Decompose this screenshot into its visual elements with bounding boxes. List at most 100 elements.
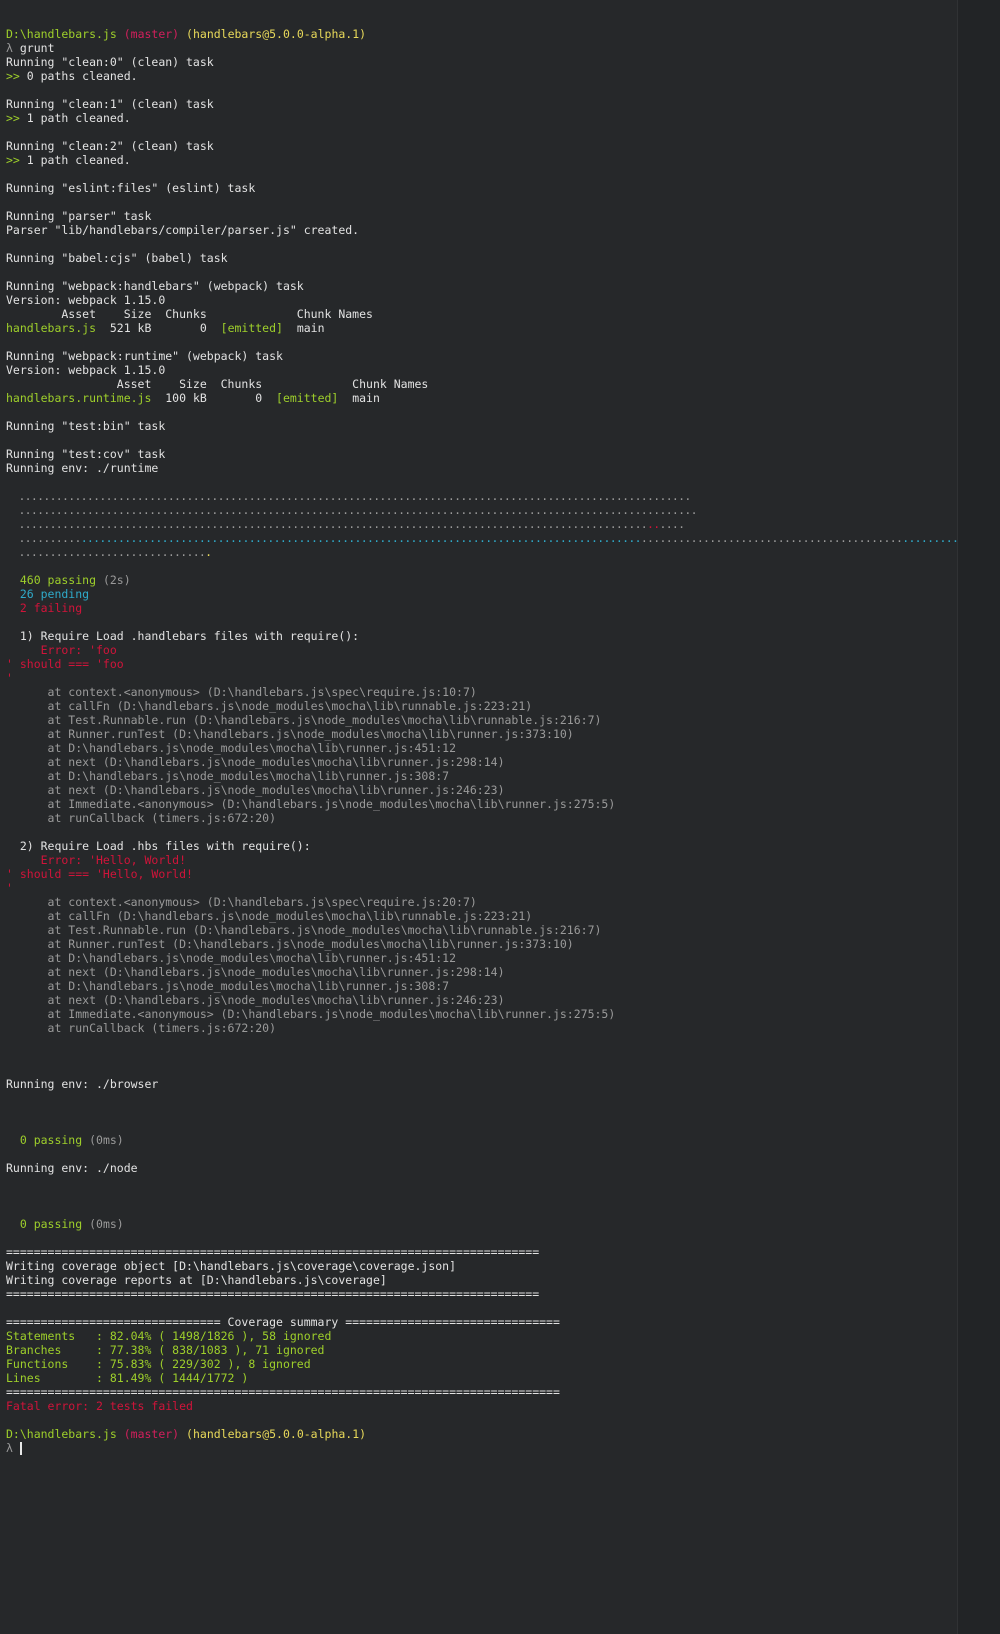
dots-pass: ..............................	[6, 545, 206, 559]
dots-pass: ........................................…	[640, 531, 903, 545]
dots-pass: ..........	[6, 531, 81, 545]
task-result: >> 1 path cleaned.	[6, 111, 1000, 125]
separator-rule: ========================================…	[6, 1245, 540, 1259]
text-cursor	[19, 1442, 22, 1455]
task-result: >> 0 paths cleaned.	[6, 69, 1000, 83]
lambda-prompt-icon: λ	[6, 41, 13, 55]
coverage-lines: Lines : 81.49% ( 1444/1772 )	[6, 1371, 249, 1385]
command-line: λ grunt	[6, 41, 1000, 55]
failure-title: 2) Require Load .hbs files with require(…	[6, 839, 311, 853]
stack-frame: at D:\handlebars.js\node_modules\mocha\l…	[6, 769, 450, 783]
passing-label: 0 passing	[6, 1133, 83, 1147]
chunk-name: main	[282, 321, 325, 335]
stack-frame: at Immediate.<anonymous> (D:\handlebars.…	[6, 1007, 616, 1021]
prompt-branch: (master)	[123, 1427, 180, 1441]
stack-frame: at D:\handlebars.js\node_modules\mocha\l…	[6, 951, 457, 965]
dots-slow: .	[205, 545, 212, 559]
task-header: Running "eslint:files" (eslint) task	[6, 181, 256, 195]
failure-error: ' should === 'Hello, World!	[6, 867, 193, 881]
stack-frame: at next (D:\handlebars.js\node_modules\m…	[6, 965, 505, 979]
passing-time: (0ms)	[82, 1217, 124, 1231]
failure-error: Error: 'foo	[6, 643, 117, 657]
result-marker: >>	[6, 69, 20, 83]
task-result: >> 1 path cleaned.	[6, 153, 1000, 167]
webpack-columns: Asset Size Chunks Chunk Names	[6, 377, 429, 391]
dots-pass: ....	[659, 517, 685, 531]
stack-frame: at next (D:\handlebars.js\node_modules\m…	[6, 783, 505, 797]
stack-frame: at next (D:\handlebars.js\node_modules\m…	[6, 755, 505, 769]
passing-time: (2s)	[96, 573, 131, 587]
stack-frame: at context.<anonymous> (D:\handlebars.js…	[6, 685, 477, 699]
result-marker: >>	[6, 111, 20, 125]
env-line: Running env: ./node	[6, 1161, 138, 1175]
env-line: Running env: ./browser	[6, 1077, 159, 1091]
failure-error: ' should === 'foo	[6, 657, 124, 671]
lambda-prompt-icon: λ	[6, 1441, 13, 1455]
task-header: Running "webpack:runtime" (webpack) task	[6, 349, 283, 363]
progress-dots: ........................................…	[6, 531, 1000, 545]
task-header: Running "clean:0" (clean) task	[6, 55, 214, 69]
asset-name: handlebars.js	[6, 321, 97, 335]
result-text: 0 paths cleaned.	[19, 69, 138, 83]
failure-title: 1) Require Load .handlebars files with r…	[6, 629, 360, 643]
failure-error: '	[6, 671, 13, 685]
task-header: Running "parser" task	[6, 209, 152, 223]
passing-count: 0 passing (0ms)	[6, 1217, 1000, 1231]
stack-frame: at Test.Runnable.run (D:\handlebars.js\n…	[6, 923, 602, 937]
asset-size: 100 kB 0	[151, 391, 263, 405]
asset-size: 521 kB 0	[96, 321, 207, 335]
task-header: Running "test:cov" task	[6, 447, 166, 461]
coverage-write-line: Writing coverage object [D:\handlebars.j…	[6, 1259, 457, 1273]
prompt-package: (handlebars@5.0.0-alpha.1)	[186, 27, 367, 41]
passing-label: 460 passing	[6, 573, 97, 587]
separator-rule: ========================================…	[6, 1287, 540, 1301]
window-right-edge	[957, 0, 1000, 1634]
stack-frame: at Immediate.<anonymous> (D:\handlebars.…	[6, 797, 616, 811]
result-text: 1 path cleaned.	[19, 153, 131, 167]
passing-count: 460 passing (2s)	[6, 573, 1000, 587]
task-result: Parser "lib/handlebars/compiler/parser.j…	[6, 223, 360, 237]
prompt-package: (handlebars@5.0.0-alpha.1)	[186, 1427, 367, 1441]
separator-rule: ========================================…	[6, 1385, 560, 1399]
pending-count: 26 pending	[6, 587, 90, 601]
passing-label: 0 passing	[6, 1217, 83, 1231]
stack-frame: at D:\handlebars.js\node_modules\mocha\l…	[6, 979, 450, 993]
command-text: grunt	[19, 41, 55, 55]
progress-dots: ...............................	[6, 545, 1000, 559]
emitted-flag: [emitted]	[262, 391, 339, 405]
terminal-window[interactable]: D:\handlebars.js (master) (handlebars@5.…	[0, 0, 1000, 1634]
stack-frame: at runCallback (timers.js:672:20)	[6, 811, 277, 825]
progress-dots: ........................................…	[6, 503, 697, 517]
webpack-version: Version: webpack 1.15.0	[6, 293, 166, 307]
stack-frame: at runCallback (timers.js:672:20)	[6, 1021, 277, 1035]
asset-name: handlebars.runtime.js	[6, 391, 152, 405]
dots-pending: ........................................…	[80, 531, 642, 545]
command-line[interactable]: λ	[6, 1441, 1000, 1455]
coverage-statements: Statements : 82.04% ( 1498/1826 ), 58 ig…	[6, 1329, 332, 1343]
failure-error: '	[6, 881, 13, 895]
coverage-branches: Branches : 77.38% ( 838/1083 ), 71 ignor…	[6, 1343, 325, 1357]
task-header: Running "clean:2" (clean) task	[6, 139, 214, 153]
webpack-version: Version: webpack 1.15.0	[6, 363, 166, 377]
prompt-path: D:\handlebars.js	[6, 1427, 117, 1441]
